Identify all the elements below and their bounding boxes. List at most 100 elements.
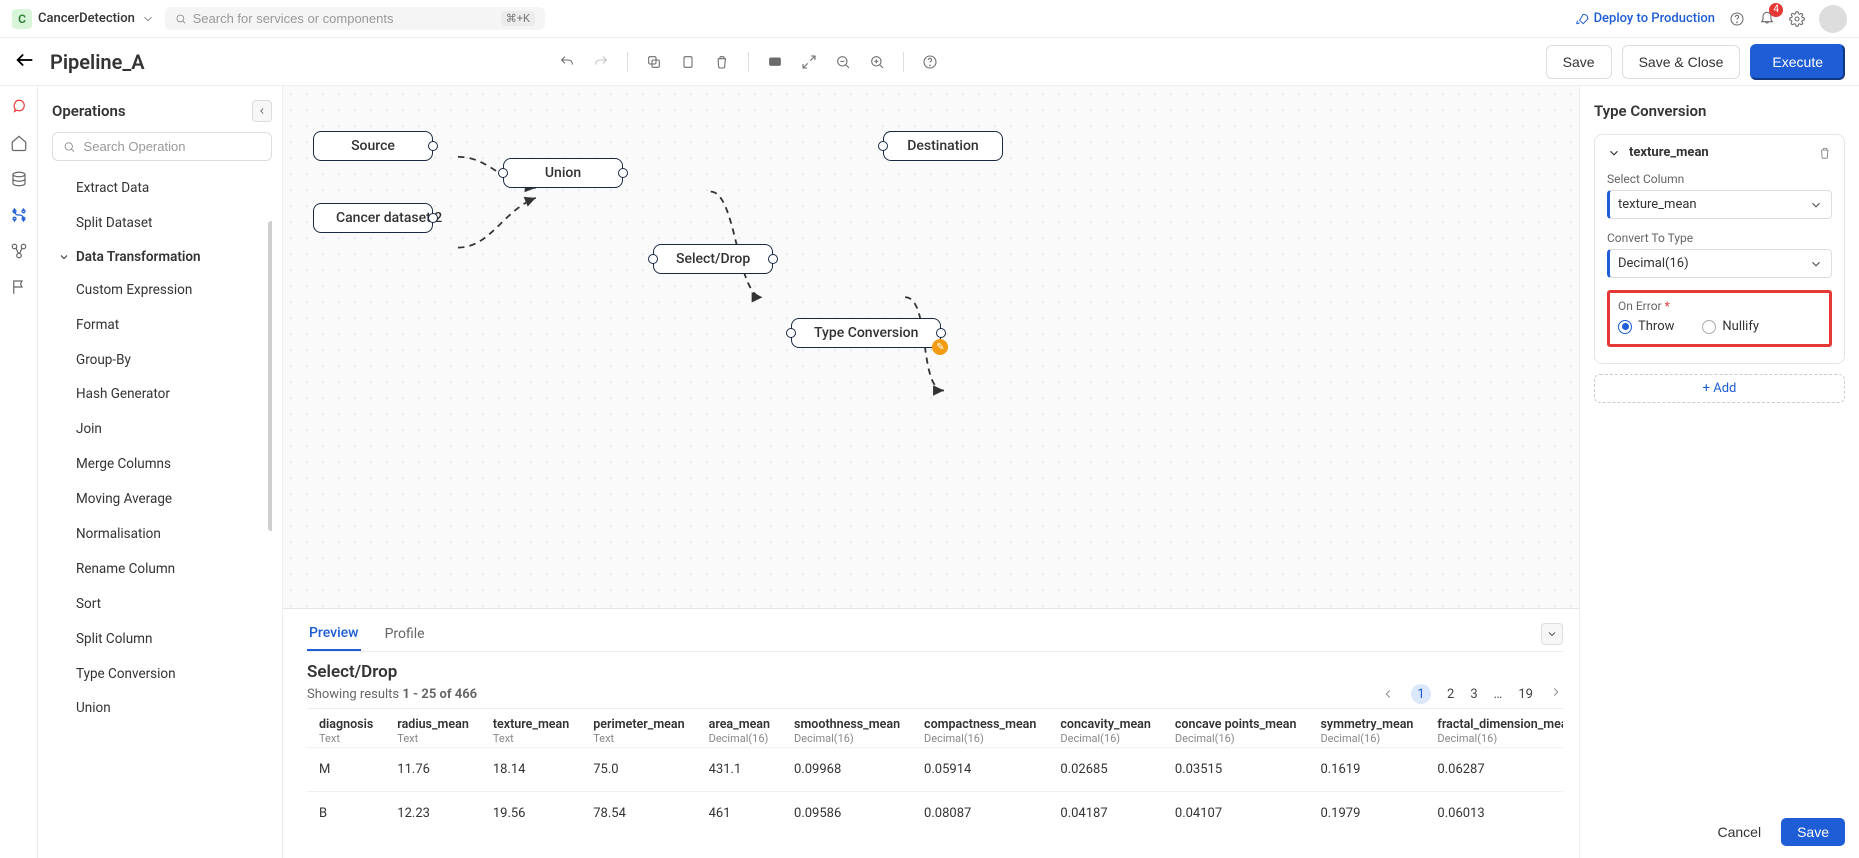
- page-prev-icon[interactable]: [1381, 687, 1395, 701]
- op-merge-columns[interactable]: Merge Columns: [52, 447, 266, 482]
- toolbar-divider: [903, 52, 904, 72]
- zoom-in-icon[interactable]: [869, 54, 885, 70]
- node-label: Cancer dataset 2: [336, 210, 442, 226]
- op-format[interactable]: Format: [52, 308, 266, 343]
- op-hash-generator[interactable]: Hash Generator: [52, 377, 266, 412]
- select-column-dropdown[interactable]: texture_mean: [1607, 190, 1832, 219]
- on-error-nullify-radio[interactable]: Nullify: [1702, 319, 1759, 334]
- operations-search-input[interactable]: [84, 139, 261, 154]
- op-split-dataset[interactable]: Split Dataset: [52, 206, 266, 241]
- node-port[interactable]: [936, 328, 946, 338]
- zoom-out-icon[interactable]: [835, 54, 851, 70]
- data-table: diagnosisTextradius_meanTexttexture_mean…: [307, 709, 1563, 835]
- node-source[interactable]: Source: [313, 131, 433, 161]
- op-custom-expression[interactable]: Custom Expression: [52, 273, 266, 308]
- col-concave points_mean[interactable]: concave points_meanDecimal(16): [1163, 709, 1309, 748]
- op-split-column[interactable]: Split Column: [52, 622, 266, 657]
- copy-icon[interactable]: [646, 54, 662, 70]
- node-destination[interactable]: Destination: [883, 131, 1003, 161]
- op-group-data-transformation[interactable]: Data Transformation: [52, 241, 266, 273]
- page-next-icon[interactable]: [1549, 685, 1563, 703]
- execute-button[interactable]: Execute: [1750, 44, 1845, 80]
- node-union[interactable]: Union: [503, 158, 623, 188]
- rail-home[interactable]: [10, 134, 28, 156]
- delete-icon[interactable]: [714, 54, 730, 70]
- rail-graph[interactable]: [10, 242, 28, 264]
- col-concavity_mean[interactable]: concavity_meanDecimal(16): [1048, 709, 1163, 748]
- back-button[interactable]: [14, 49, 36, 75]
- node-port[interactable]: [786, 328, 796, 338]
- help-icon[interactable]: [1729, 11, 1745, 27]
- user-avatar[interactable]: [1819, 5, 1847, 33]
- page-2[interactable]: 2: [1447, 687, 1454, 702]
- rail-pipeline[interactable]: [10, 206, 28, 228]
- expand-icon[interactable]: [801, 54, 817, 70]
- help-circle-icon[interactable]: [922, 54, 938, 70]
- op-join[interactable]: Join: [52, 412, 266, 447]
- op-extract-data[interactable]: Extract Data: [52, 171, 266, 206]
- page-3[interactable]: 3: [1470, 687, 1477, 702]
- config-save-button[interactable]: Save: [1781, 818, 1845, 846]
- node-port[interactable]: [618, 168, 628, 178]
- op-group-by[interactable]: Group-By: [52, 343, 266, 378]
- rail-flag[interactable]: [10, 278, 28, 300]
- node-type-conversion[interactable]: Type Conversion ✎: [791, 318, 941, 348]
- op-type-conversion[interactable]: Type Conversion: [52, 657, 266, 692]
- op-moving-average[interactable]: Moving Average: [52, 482, 266, 517]
- col-fractal_dimension_mean[interactable]: fractal_dimension_meanDecimal(16): [1425, 709, 1563, 748]
- paste-icon[interactable]: [680, 54, 696, 70]
- chevron-down-icon[interactable]: [1607, 146, 1621, 160]
- redo-icon[interactable]: [593, 54, 609, 70]
- col-radius_mean[interactable]: radius_meanText: [385, 709, 481, 748]
- page-…[interactable]: …: [1494, 687, 1503, 702]
- global-search-input[interactable]: [193, 11, 495, 26]
- rail-data[interactable]: [10, 170, 28, 192]
- op-union[interactable]: Union: [52, 691, 266, 726]
- table-row[interactable]: B12.2319.5678.544610.095860.080870.04187…: [307, 792, 1563, 836]
- scrollbar-thumb[interactable]: [268, 221, 272, 531]
- settings-icon[interactable]: [1789, 11, 1805, 27]
- notifications[interactable]: 4: [1759, 9, 1775, 29]
- col-compactness_mean[interactable]: compactness_meanDecimal(16): [912, 709, 1048, 748]
- convert-type-dropdown[interactable]: Decimal(16): [1607, 249, 1832, 278]
- col-perimeter_mean[interactable]: perimeter_meanText: [581, 709, 696, 748]
- delete-icon[interactable]: [1818, 146, 1832, 160]
- col-diagnosis[interactable]: diagnosisText: [307, 709, 385, 748]
- col-texture_mean[interactable]: texture_meanText: [481, 709, 581, 748]
- page-19[interactable]: 19: [1518, 687, 1533, 702]
- save-button[interactable]: Save: [1546, 45, 1612, 79]
- page-1[interactable]: 1: [1411, 684, 1431, 704]
- on-error-throw-radio[interactable]: Throw: [1618, 319, 1674, 334]
- node-port[interactable]: [648, 254, 658, 264]
- add-row-button[interactable]: + Add: [1594, 374, 1845, 403]
- tab-profile[interactable]: Profile: [383, 618, 427, 650]
- col-smoothness_mean[interactable]: smoothness_meanDecimal(16): [782, 709, 912, 748]
- pipeline-canvas[interactable]: Source Cancer dataset 2 Union Select/Dro…: [283, 86, 1579, 608]
- undo-icon[interactable]: [559, 54, 575, 70]
- node-port[interactable]: [428, 213, 438, 223]
- op-sort[interactable]: Sort: [52, 587, 266, 622]
- panel-collapse-button[interactable]: [1541, 623, 1563, 645]
- node-port[interactable]: [428, 141, 438, 151]
- rail-ai[interactable]: [10, 98, 28, 120]
- operations-search[interactable]: [52, 132, 272, 161]
- node-port[interactable]: [878, 141, 888, 151]
- col-area_mean[interactable]: area_meanDecimal(16): [697, 709, 782, 748]
- fit-screen-icon[interactable]: [767, 54, 783, 70]
- node-port[interactable]: [768, 254, 778, 264]
- tab-preview[interactable]: Preview: [307, 617, 361, 651]
- deploy-to-production[interactable]: Deploy to Production: [1575, 11, 1715, 26]
- node-port[interactable]: [498, 168, 508, 178]
- op-rename-column[interactable]: Rename Column: [52, 552, 266, 587]
- config-cancel-button[interactable]: Cancel: [1707, 818, 1771, 846]
- node-cancer-dataset-2[interactable]: Cancer dataset 2: [313, 203, 433, 233]
- collapse-ops-button[interactable]: [252, 100, 272, 122]
- save-and-close-button[interactable]: Save & Close: [1622, 45, 1741, 79]
- node-select-drop[interactable]: Select/Drop: [653, 244, 773, 274]
- col-symmetry_mean[interactable]: symmetry_meanDecimal(16): [1308, 709, 1425, 748]
- global-search[interactable]: ⌘+K: [165, 7, 545, 30]
- op-normalisation[interactable]: Normalisation: [52, 517, 266, 552]
- table-row[interactable]: M11.7618.1475.0431.10.099680.059140.0268…: [307, 748, 1563, 792]
- project-selector[interactable]: C CancerDetection: [12, 9, 155, 29]
- data-table-wrap[interactable]: diagnosisTextradius_meanTexttexture_mean…: [307, 708, 1563, 835]
